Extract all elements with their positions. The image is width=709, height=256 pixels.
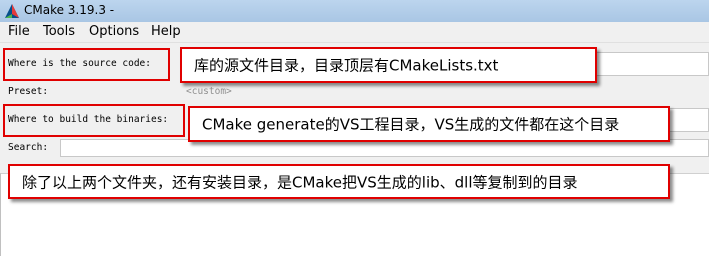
menu-tools[interactable]: Tools <box>43 24 75 39</box>
annotation-install-text: 除了以上两个文件夹，还有安装目录，是CMake把VS生成的lib、dll等复制到… <box>22 173 578 191</box>
menu-bar: File Tools Options Help <box>0 22 709 43</box>
window-title: CMake 3.19.3 - <box>24 3 115 17</box>
search-label: Search: <box>8 142 49 153</box>
annotation-source-text: 库的源文件目录，目录顶层有CMakeLists.txt <box>194 56 499 75</box>
annotation-source: 库的源文件目录，目录顶层有CMakeLists.txt <box>180 47 597 83</box>
cmake-triangle-icon <box>5 4 19 18</box>
menu-help[interactable]: Help <box>151 24 181 39</box>
menu-options[interactable]: Options <box>89 24 139 39</box>
preset-select[interactable]: <custom> <box>186 86 232 97</box>
preset-label: Preset: <box>8 86 49 97</box>
annotation-build-text: CMake generate的VS工程目录，VS生成的文件都在这个目录 <box>202 115 620 134</box>
build-label-highlight <box>3 104 185 137</box>
annotation-install: 除了以上两个文件夹，还有安装目录，是CMake把VS生成的lib、dll等复制到… <box>8 164 670 199</box>
menu-file[interactable]: File <box>8 24 30 39</box>
source-label-highlight <box>3 48 170 81</box>
annotation-build: CMake generate的VS工程目录，VS生成的文件都在这个目录 <box>188 106 670 142</box>
title-bar: CMake 3.19.3 - <box>0 0 709 23</box>
